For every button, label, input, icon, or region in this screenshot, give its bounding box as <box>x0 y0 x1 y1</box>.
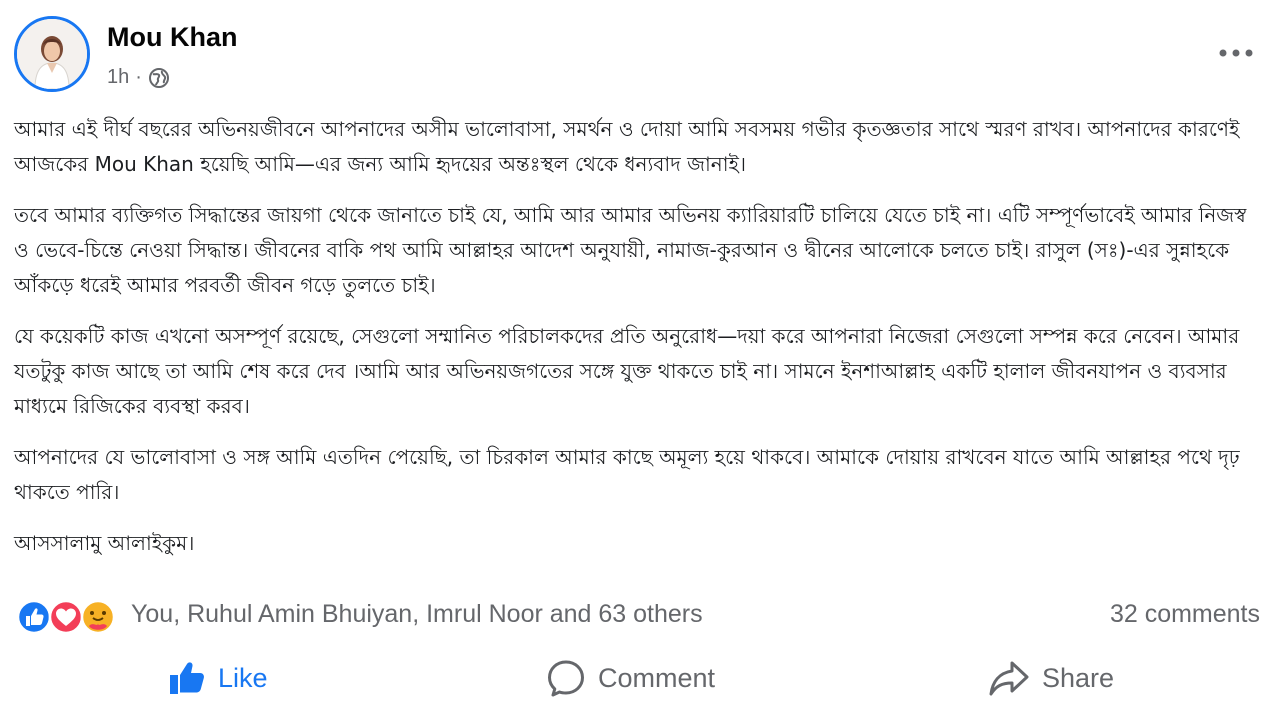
reaction-icons[interactable] <box>16 598 126 636</box>
share-label: Share <box>1042 662 1115 693</box>
action-bar: Like Comment Share <box>0 648 1280 708</box>
comment-button[interactable]: Comment <box>546 654 715 702</box>
author-name[interactable]: Mou Khan <box>107 22 237 53</box>
globe-icon[interactable] <box>148 67 170 89</box>
share-button[interactable]: Share <box>988 654 1114 702</box>
comment-label: Comment <box>598 662 716 693</box>
comment-count[interactable]: 32 comments <box>1110 600 1260 629</box>
post-time[interactable]: 1h <box>107 66 129 89</box>
like-reaction-icon <box>16 599 52 635</box>
share-icon <box>989 661 1029 696</box>
post-paragraph: তবে আমার ব্যক্তিগত সিদ্ধান্তের জায়গা থে… <box>14 203 1247 297</box>
like-button[interactable]: Like <box>168 654 268 702</box>
love-reaction-icon <box>48 599 84 635</box>
like-label: Like <box>218 662 268 693</box>
like-icon <box>170 662 204 694</box>
post-meta: 1h · <box>107 66 170 89</box>
more-dots-icon <box>1219 49 1253 57</box>
post-paragraph: যে কয়েকটি কাজ এখনো অসম্পূর্ণ রয়েছে, সে… <box>14 324 1240 418</box>
avatar-image <box>17 19 87 89</box>
post-header: Mou Khan 1h · <box>14 16 1266 100</box>
post-body: আমার এই দীর্ঘ বছরের অভিনয়জীবনে আপনাদের … <box>14 112 1264 577</box>
reactions-bar: You, Ruhul Amin Bhuiyan, Imrul Noor and … <box>16 594 1264 640</box>
care-reaction-icon <box>80 599 116 635</box>
post-paragraph: আমার এই দীর্ঘ বছরের অভিনয়জীবনে আপনাদের … <box>14 117 1240 176</box>
reaction-icons-group <box>16 599 116 635</box>
meta-separator: · <box>135 66 142 88</box>
comment-icon <box>548 660 584 697</box>
more-options-button[interactable] <box>1214 38 1258 68</box>
post-paragraph: আপনাদের যে ভালোবাসা ও সঙ্গ আমি এতদিন পেয… <box>14 445 1240 504</box>
reaction-names[interactable]: You, Ruhul Amin Bhuiyan, Imrul Noor and … <box>131 600 703 629</box>
post-paragraph: আসসালামু আলাইকুম। <box>14 531 195 555</box>
avatar[interactable] <box>14 16 90 92</box>
